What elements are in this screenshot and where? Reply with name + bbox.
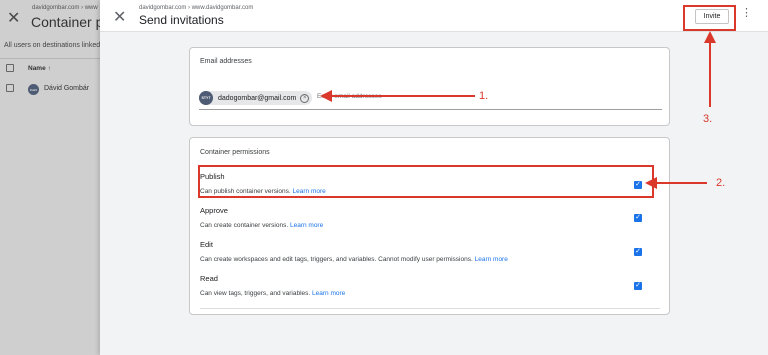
invite-highlight-box	[683, 5, 736, 31]
permission-description: Can create workspaces and edit tags, tri…	[200, 256, 508, 263]
email-addresses-card: Email addresses STYT dadogombar@gmail.co…	[189, 47, 670, 126]
email-input[interactable]	[317, 93, 467, 100]
email-addresses-label: Email addresses	[200, 58, 252, 65]
background-row-checkbox	[6, 84, 14, 92]
email-chip[interactable]: STYT dadogombar@gmail.com ×	[199, 91, 312, 105]
permission-name: Approve	[200, 206, 228, 215]
permission-name: Edit	[200, 240, 213, 249]
background-column-name: Name ↑	[28, 65, 51, 72]
annotation-step-2: 2.	[716, 177, 726, 189]
edit-checkbox[interactable]: ✓	[634, 248, 642, 256]
background-page: ✕ davidgombar.com › www Container per Al…	[0, 0, 116, 355]
annotation-step-3: 3.	[703, 113, 713, 125]
read-checkbox[interactable]: ✓	[634, 282, 642, 290]
learn-more-link[interactable]: Learn more	[475, 256, 508, 263]
learn-more-link[interactable]: Learn more	[312, 290, 345, 297]
background-user-avatar: FLEX	[28, 84, 39, 95]
approve-checkbox[interactable]: ✓	[634, 214, 642, 222]
background-breadcrumb: davidgombar.com › www	[32, 5, 98, 11]
background-user-name: Dávid Gombár	[44, 85, 90, 92]
annotation-step-1: 1.	[479, 90, 489, 102]
close-icon[interactable]: ✕	[113, 7, 126, 27]
container-permissions-card: Container permissions Publish Can publis…	[189, 137, 670, 315]
container-permissions-label: Container permissions	[200, 149, 270, 156]
background-select-all-checkbox	[6, 64, 14, 72]
background-subtitle: All users on destinations linked	[4, 42, 101, 49]
permission-approve: Approve Can create container versions. L…	[200, 206, 660, 229]
permission-name: Read	[200, 274, 218, 283]
page-title: Send invitations	[139, 13, 224, 27]
more-options-icon[interactable]: ⋮	[741, 8, 752, 19]
remove-chip-icon[interactable]: ×	[300, 93, 310, 103]
permission-description: Can create container versions. Learn mor…	[200, 222, 324, 229]
permission-read: Read Can view tags, triggers, and variab…	[200, 274, 660, 297]
chip-email: dadogombar@gmail.com	[218, 94, 297, 102]
permission-description: Can view tags, triggers, and variables. …	[200, 290, 346, 297]
sort-arrow-icon: ↑	[47, 65, 51, 72]
learn-more-link[interactable]: Learn more	[290, 222, 323, 229]
background-divider	[0, 58, 100, 59]
email-input-underline	[199, 109, 662, 110]
publish-highlight-box	[198, 165, 654, 198]
background-close-icon: ✕	[7, 10, 21, 27]
dialog-header: ✕ davidgombar.com › www.davidgombar.com …	[100, 0, 768, 32]
permissions-divider	[200, 308, 660, 309]
permission-edit: Edit Can create workspaces and edit tags…	[200, 240, 660, 263]
breadcrumb: davidgombar.com › www.davidgombar.com	[139, 5, 254, 11]
chip-avatar: STYT	[199, 91, 213, 105]
